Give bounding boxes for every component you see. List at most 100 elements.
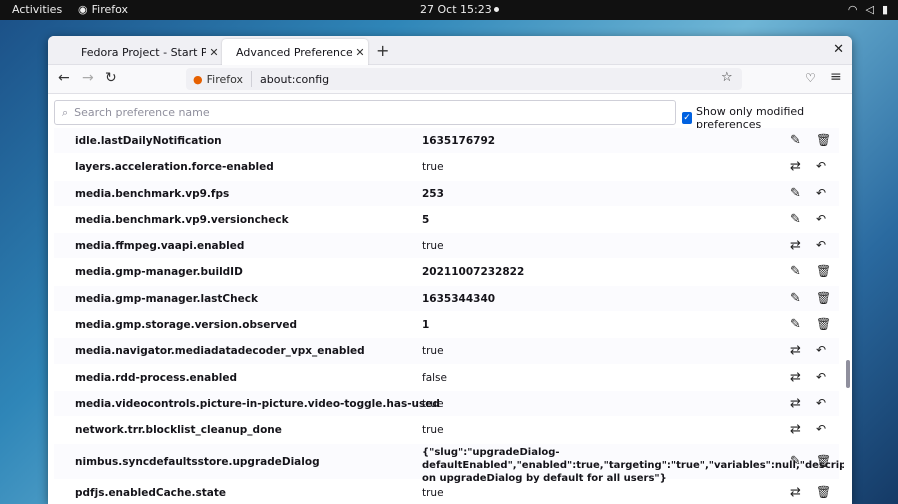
- notification-dot: [494, 7, 499, 12]
- preference-row[interactable]: media.videocontrols.picture-in-picture.v…: [54, 390, 839, 418]
- preference-name: media.benchmark.vp9.versioncheck: [75, 213, 289, 226]
- edit-icon[interactable]: ✎: [790, 133, 801, 148]
- preference-name: media.videocontrols.picture-in-picture.v…: [75, 397, 440, 410]
- tab-fedora-start[interactable]: Fedora Project - Start Page ✕: [48, 39, 222, 65]
- show-modified-checkbox[interactable]: ✓: [682, 112, 693, 124]
- preference-name: nimbus.syncdefaultsstore.upgradeDialog: [75, 455, 320, 468]
- preference-name: media.gmp.storage.version.observed: [75, 319, 298, 332]
- trash-icon[interactable]: 🗑: [816, 317, 831, 331]
- pocket-icon[interactable]: ♡: [805, 71, 816, 85]
- activities-button[interactable]: Activities: [12, 3, 62, 16]
- search-row: ⌕ Search preference name ✓ Show only mod…: [54, 100, 844, 131]
- preference-row[interactable]: media.ffmpeg.vaapi.enabled true ⇄ ↶: [54, 233, 839, 260]
- preference-row[interactable]: network.trr.blocklist_cleanup_done true ⇄ ↶: [54, 417, 839, 444]
- reset-icon[interactable]: ↶: [816, 422, 826, 436]
- preference-row[interactable]: pdfjs.enabledCache.state true ⇄ 🗑: [54, 480, 839, 504]
- preference-value: 1635176792: [422, 135, 496, 147]
- toggle-icon[interactable]: ⇄: [790, 422, 801, 437]
- preference-name: pdfjs.enabledCache.state: [75, 486, 226, 499]
- edit-icon[interactable]: ✎: [790, 291, 801, 306]
- preference-row[interactable]: idle.lastDailyNotification 1635176792 ✎ 🗑: [54, 128, 839, 155]
- toggle-icon[interactable]: ⇄: [790, 370, 801, 385]
- toggle-icon[interactable]: ⇄: [790, 485, 801, 500]
- preference-row[interactable]: media.navigator.mediadatadecoder_vpx_ena…: [54, 338, 839, 365]
- preference-row[interactable]: media.benchmark.vp9.versioncheck 5 ✎ ↶: [54, 207, 839, 234]
- forward-arrow-icon[interactable]: →: [82, 70, 94, 86]
- identity-box[interactable]: ● Firefox: [186, 71, 253, 87]
- preferences-table: idle.lastDailyNotification 1635176792 ✎ 🗑 la…: [54, 128, 852, 504]
- firefox-icon: ◉: [78, 3, 88, 16]
- clock[interactable]: 27 Oct 15:23: [420, 3, 492, 16]
- preference-value: true: [422, 486, 444, 499]
- app-menu[interactable]: ◉ Firefox: [78, 3, 128, 16]
- url-bar[interactable]: ● Firefox about:config: [186, 68, 742, 90]
- reset-icon[interactable]: ↶: [816, 370, 826, 384]
- tab-bar: Fedora Project - Start Page ✕ Advanced P…: [48, 36, 852, 65]
- trash-icon[interactable]: 🗑: [816, 454, 831, 468]
- preference-row[interactable]: nimbus.syncdefaultsstore.upgradeDialog {"…: [54, 443, 852, 484]
- reset-icon[interactable]: ↶: [816, 343, 826, 357]
- search-icon: ⌕: [62, 105, 69, 119]
- volume-icon: ◁: [865, 3, 874, 16]
- identity-label: Firefox: [206, 72, 244, 86]
- tab-advanced-preferences[interactable]: Advanced Preferences ✕: [222, 39, 368, 65]
- reset-icon[interactable]: ↶: [816, 212, 826, 226]
- reset-icon[interactable]: ↶: [816, 186, 826, 200]
- edit-icon[interactable]: ✎: [790, 186, 801, 201]
- new-tab-icon[interactable]: +: [376, 41, 389, 60]
- reset-icon[interactable]: ↶: [816, 396, 826, 410]
- trash-icon[interactable]: 🗑: [816, 264, 831, 278]
- bookmark-star-icon[interactable]: ☆: [721, 70, 733, 85]
- reset-icon[interactable]: ↶: [816, 159, 826, 173]
- preference-value: false: [422, 371, 447, 384]
- toggle-icon[interactable]: ⇄: [790, 396, 801, 411]
- trash-icon[interactable]: 🗑: [816, 133, 831, 147]
- trash-icon[interactable]: 🗑: [816, 291, 831, 305]
- edit-icon[interactable]: ✎: [790, 454, 801, 469]
- scrollbar-thumb[interactable]: [846, 360, 850, 388]
- toggle-icon[interactable]: ⇄: [790, 159, 801, 174]
- preference-value: 253: [422, 187, 444, 200]
- close-tab-icon[interactable]: ✕: [352, 46, 368, 59]
- wifi-icon: ◠: [847, 3, 858, 16]
- preference-row[interactable]: media.benchmark.vp9.fps 253 ✎ ↶: [54, 180, 839, 207]
- preference-name: media.gmp-manager.buildID: [75, 266, 243, 279]
- preference-value: true: [422, 345, 444, 358]
- edit-icon[interactable]: ✎: [790, 317, 801, 332]
- preference-value: true: [422, 240, 444, 253]
- url-text[interactable]: about:config: [252, 73, 329, 86]
- tab-label: Advanced Preferences: [236, 45, 352, 59]
- gnome-top-bar: Activities ◉ Firefox 27 Oct 15:23 ◠ ◁ ▮: [0, 0, 898, 20]
- back-arrow-icon[interactable]: ←: [58, 70, 70, 86]
- edit-icon[interactable]: ✎: [790, 264, 801, 279]
- preference-value: true: [422, 397, 444, 410]
- preference-row[interactable]: media.rdd-process.enabled false ⇄ ↶: [54, 365, 839, 391]
- close-window-icon[interactable]: ✕: [833, 42, 844, 57]
- reset-icon[interactable]: ↶: [816, 238, 826, 252]
- toggle-icon[interactable]: ⇄: [790, 238, 801, 253]
- preference-row[interactable]: layers.acceleration.force-enabled true ⇄ ↶: [54, 154, 839, 181]
- trash-icon[interactable]: 🗑: [816, 485, 831, 499]
- preference-name: media.navigator.mediadatadecoder_vpx_ena…: [75, 345, 365, 358]
- preference-value: 5: [422, 213, 430, 226]
- toggle-icon[interactable]: ⇄: [790, 343, 801, 358]
- hamburger-menu-icon[interactable]: ≡: [830, 69, 842, 85]
- scrollbar[interactable]: [844, 94, 852, 504]
- preference-row[interactable]: media.gmp-manager.buildID 20211007232822 ✎…: [54, 259, 839, 286]
- preference-value: true: [422, 424, 444, 437]
- preference-row[interactable]: media.gmp.storage.version.observed 1 ✎ 🗑: [54, 312, 839, 339]
- preference-name: idle.lastDailyNotification: [75, 135, 222, 147]
- close-tab-icon[interactable]: ✕: [206, 46, 222, 59]
- reload-icon[interactable]: ↻: [105, 70, 117, 86]
- preference-name: layers.acceleration.force-enabled: [75, 161, 274, 174]
- preference-name: media.benchmark.vp9.fps: [75, 187, 230, 200]
- system-tray[interactable]: ◠ ◁ ▮: [848, 3, 888, 16]
- search-input[interactable]: ⌕ Search preference name: [54, 100, 676, 125]
- preference-name: media.ffmpeg.vaapi.enabled: [75, 240, 245, 253]
- preference-value: true: [422, 161, 444, 174]
- preference-row[interactable]: media.gmp-manager.lastCheck 1635344340 ✎ 🗑: [54, 285, 839, 313]
- edit-icon[interactable]: ✎: [790, 212, 801, 227]
- preference-value: 1: [422, 319, 430, 332]
- navigation-toolbar: ← → ↻ ● Firefox about:config ☆ ♡ ≡: [48, 65, 852, 94]
- preference-name: media.rdd-process.enabled: [75, 371, 237, 384]
